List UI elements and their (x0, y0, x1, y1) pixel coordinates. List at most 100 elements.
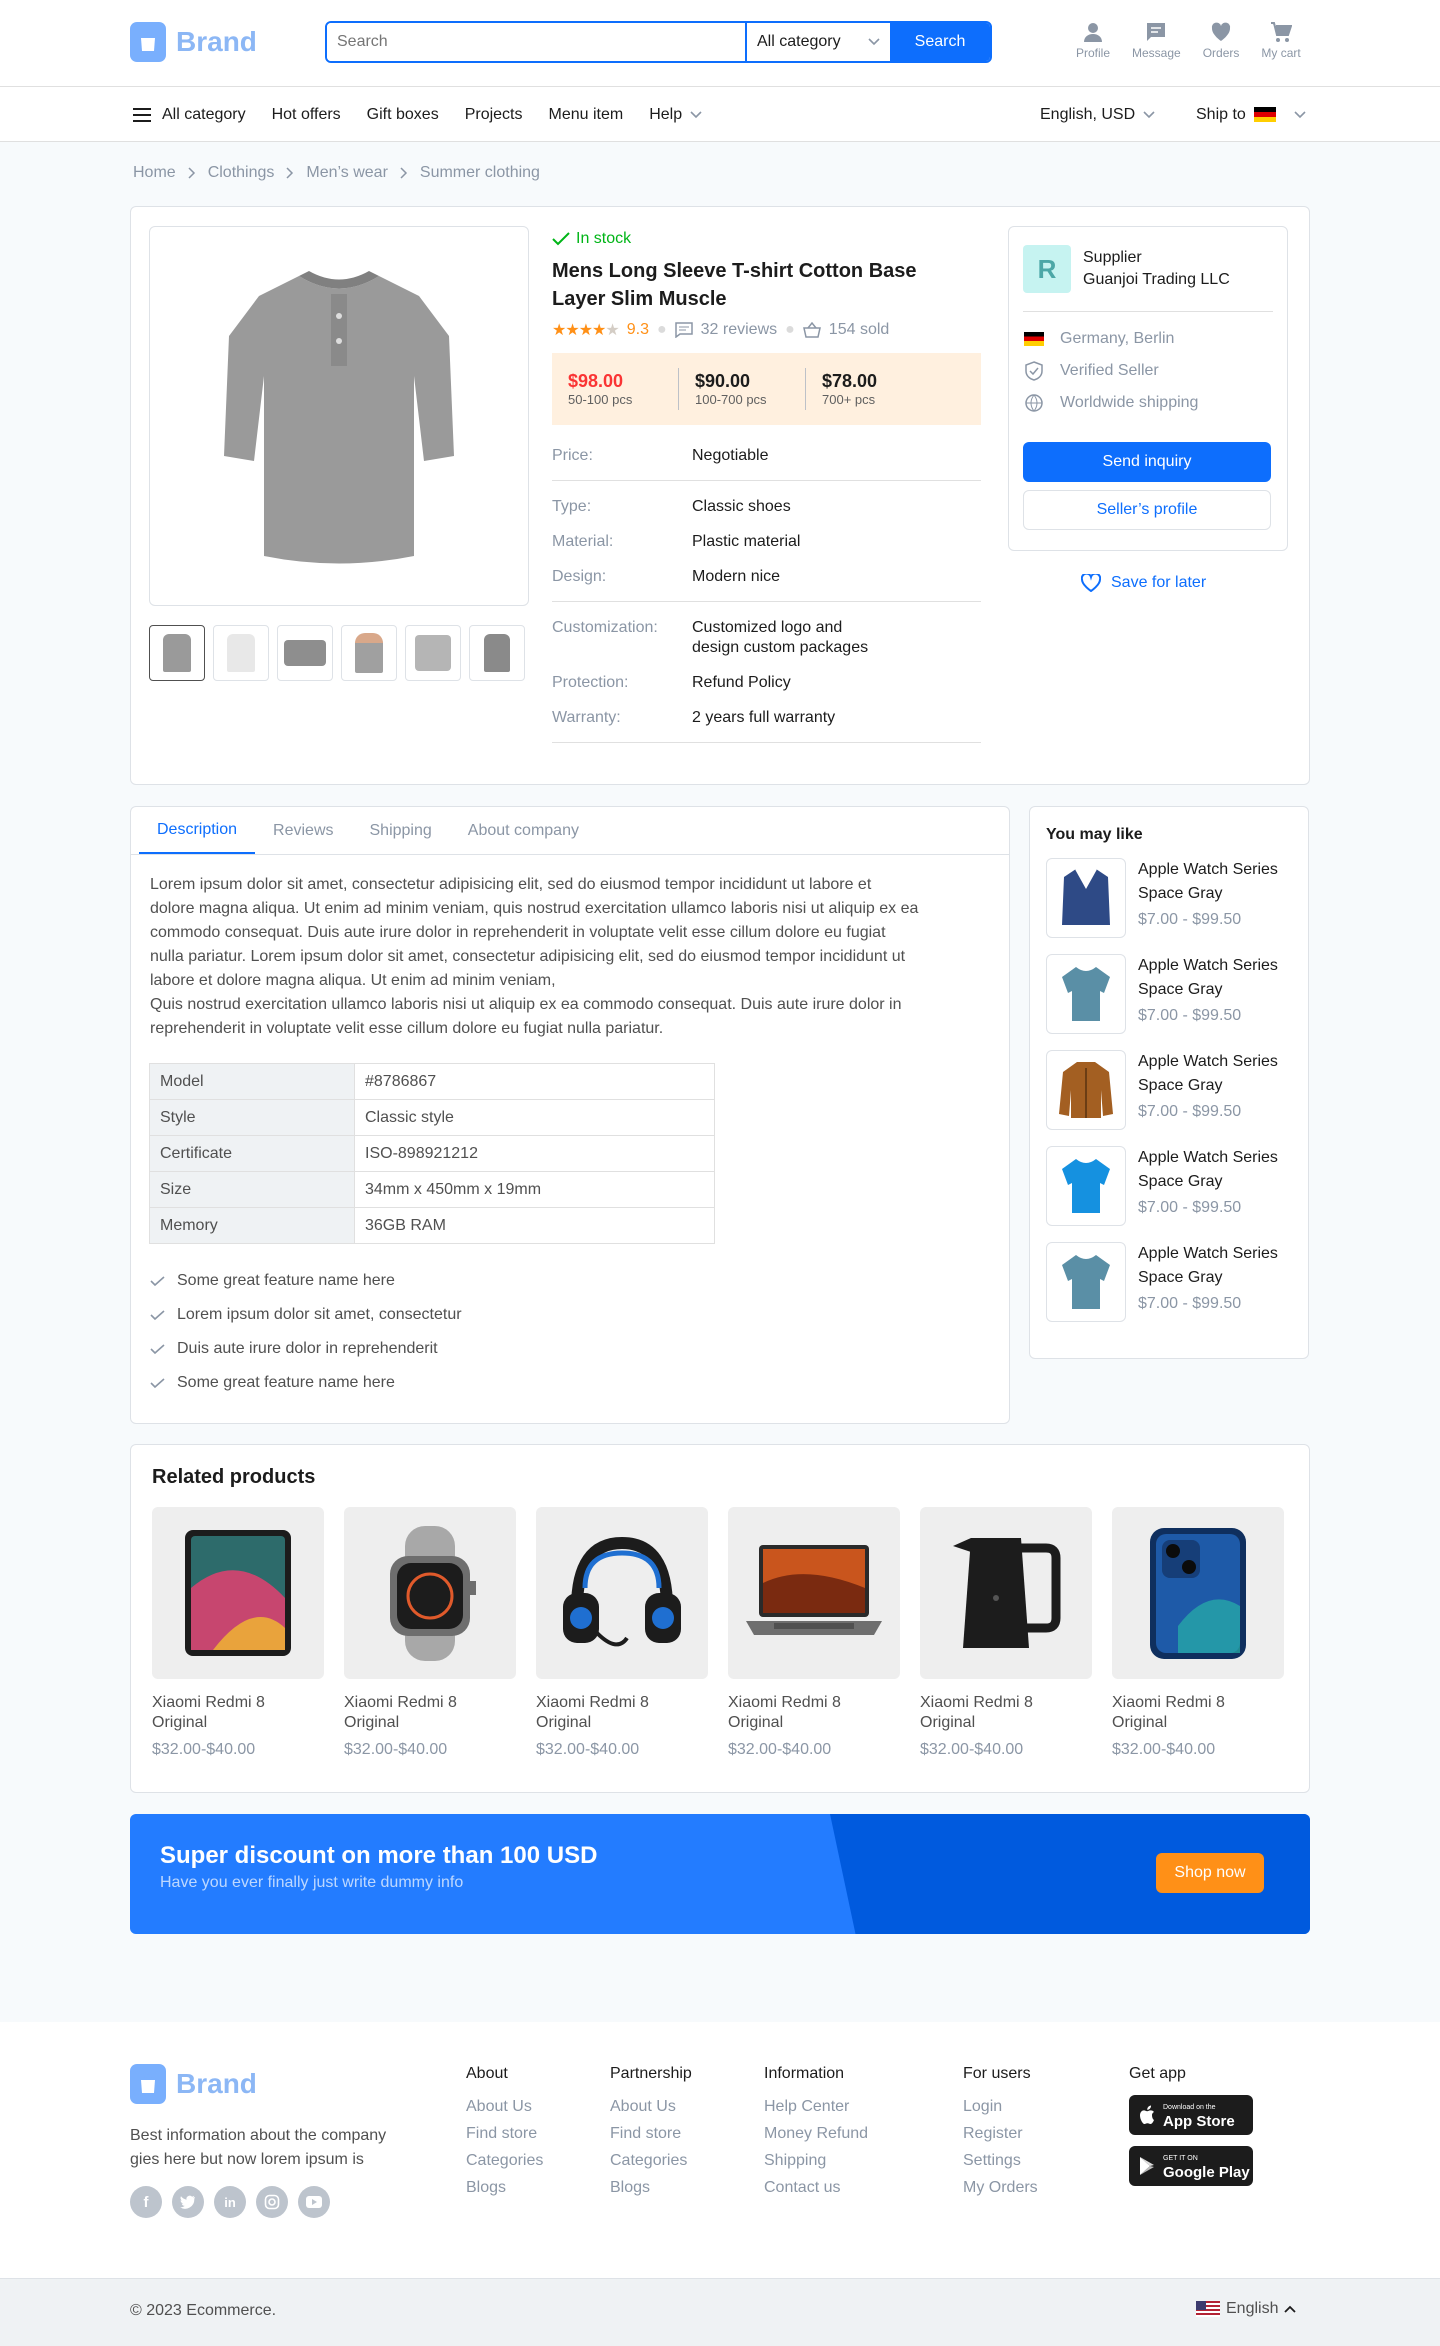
send-inquiry-button[interactable]: Send inquiry (1023, 442, 1271, 482)
thumbnail[interactable] (213, 625, 269, 681)
feature-text: Some great feature name here (177, 1374, 395, 1391)
product-card[interactable]: Xiaomi Redmi 8 Original $32.00-$40.00 (728, 1507, 900, 1759)
shop-now-button[interactable]: Shop now (1156, 1853, 1264, 1893)
instagram-icon[interactable] (256, 2186, 288, 2218)
youtube-icon[interactable] (298, 2186, 330, 2218)
thumbnail[interactable] (277, 625, 333, 681)
search-button[interactable]: Search (890, 23, 990, 61)
footer-link[interactable]: Login (963, 2093, 1038, 2120)
message-label: Message (1132, 46, 1181, 60)
linkedin-icon[interactable]: in (214, 2186, 246, 2218)
product-card[interactable]: Xiaomi Redmi 8 Original $32.00-$40.00 (152, 1507, 324, 1759)
footer-link[interactable]: Money Refund (764, 2120, 868, 2147)
banner-title: Super discount on more than 100 USD (160, 1842, 598, 1869)
germany-flag-icon (1024, 332, 1044, 346)
sold-count: 154 sold (828, 321, 890, 338)
spec-key-cell: Style (149, 1099, 355, 1136)
nav-help[interactable]: Help (649, 106, 702, 124)
reviews-count[interactable]: 32 reviews (701, 321, 777, 339)
footer-brand-logo[interactable]: Brand (130, 2064, 257, 2104)
thumbnail[interactable] (149, 625, 205, 681)
breadcrumb-summer-clothing[interactable]: Summer clothing (420, 164, 540, 182)
feature-text: Duis aute irure dolor in reprehenderit (177, 1340, 438, 1357)
tab-reviews[interactable]: Reviews (255, 807, 351, 854)
nav-menu-item[interactable]: Menu item (549, 106, 624, 124)
list-item[interactable]: Apple Watch Series Space Gray $7.00 - $9… (1046, 954, 1278, 1050)
cart-button[interactable]: My cart (1261, 21, 1301, 60)
product-price: $32.00-$40.00 (152, 1741, 256, 1758)
supplier-verified-text: Verified Seller (1060, 362, 1159, 379)
search-input[interactable] (327, 23, 745, 61)
list-item[interactable]: Apple Watch Series Space Gray $7.00 - $9… (1046, 858, 1278, 954)
list-item: Some great feature name here (150, 1366, 462, 1400)
spec-customization: Customization: Customized logo and design … (552, 618, 981, 658)
list-item[interactable]: Apple Watch Series Space Gray $7.00 - $9… (1046, 1146, 1278, 1242)
footer-link[interactable]: Find store (466, 2120, 543, 2147)
footer-link[interactable]: Categories (610, 2147, 692, 2174)
apple-icon (1140, 2105, 1154, 2124)
product-card[interactable]: Xiaomi Redmi 8 Original $32.00-$40.00 (536, 1507, 708, 1759)
footer-link[interactable]: Categories (466, 2147, 543, 2174)
thumbnail[interactable] (341, 625, 397, 681)
thumbnail[interactable] (469, 625, 525, 681)
footer-description-line: gies here but now lorem ipsum is (130, 2151, 364, 2168)
globe-icon (1025, 394, 1043, 412)
footer-link[interactable]: Help Center (764, 2093, 868, 2120)
search-bar: All category Search (325, 21, 992, 63)
tab-description[interactable]: Description (139, 807, 256, 854)
profile-button[interactable]: Profile (1076, 21, 1110, 60)
breadcrumb-clothings[interactable]: Clothings (208, 164, 275, 182)
footer-link[interactable]: Settings (963, 2147, 1038, 2174)
footer-link[interactable]: Contact us (764, 2174, 868, 2201)
product-card[interactable]: Xiaomi Redmi 8 Original $32.00-$40.00 (344, 1507, 516, 1759)
menu-icon (133, 107, 151, 122)
breadcrumb-mens-wear[interactable]: Men’s wear (306, 164, 388, 182)
footer-link[interactable]: Register (963, 2120, 1038, 2147)
app-store-text: App Store (1163, 2113, 1235, 2130)
ship-to-select[interactable]: Ship to (1196, 87, 1306, 142)
footer-column-for-users: For users Login Register Settings My Ord… (963, 2060, 1038, 2201)
footer-link[interactable]: About Us (466, 2093, 543, 2120)
footer-link[interactable]: My Orders (963, 2174, 1038, 2201)
chevron-right-icon (286, 167, 294, 179)
product-card[interactable]: Xiaomi Redmi 8 Original $32.00-$40.00 (920, 1507, 1092, 1759)
thumbnail[interactable] (405, 625, 461, 681)
save-for-later-button[interactable]: Save for later (1081, 574, 1206, 592)
brand-logo[interactable]: Brand (130, 22, 257, 62)
breadcrumb-home[interactable]: Home (133, 164, 176, 182)
nav-gift-boxes[interactable]: Gift boxes (367, 106, 439, 124)
footer-language-value: English (1226, 2300, 1279, 2317)
footer-link[interactable]: Blogs (466, 2174, 543, 2201)
product-price: $32.00-$40.00 (344, 1741, 448, 1758)
message-button[interactable]: Message (1132, 21, 1181, 60)
facebook-icon[interactable]: f (130, 2186, 162, 2218)
chevron-down-icon (1294, 110, 1306, 118)
twitter-icon[interactable] (172, 2186, 204, 2218)
spec-value-cell: 36GB RAM (354, 1207, 715, 1244)
list-item[interactable]: Apple Watch Series Space Gray $7.00 - $9… (1046, 1050, 1278, 1146)
google-play-button[interactable]: GET IT ON Google Play (1129, 2146, 1253, 2186)
us-flag-icon (1196, 2301, 1220, 2317)
footer-link[interactable]: About Us (610, 2093, 692, 2120)
tab-bar: Description Reviews Shipping About compa… (131, 807, 1009, 855)
footer-link[interactable]: Shipping (764, 2147, 868, 2174)
footer-link[interactable]: Find store (610, 2120, 692, 2147)
app-store-button[interactable]: Download on the App Store (1129, 2095, 1253, 2135)
all-category-menu[interactable]: All category (132, 106, 246, 124)
spec-key-cell: Model (149, 1063, 355, 1100)
orders-button[interactable]: Orders (1203, 21, 1239, 60)
sellers-profile-button[interactable]: Seller’s profile (1023, 490, 1271, 530)
nav-hot-offers[interactable]: Hot offers (272, 106, 341, 124)
basket-icon (802, 322, 821, 338)
product-card[interactable]: Xiaomi Redmi 8 Original $32.00-$40.00 (1112, 1507, 1284, 1759)
footer-language-select[interactable]: English (1196, 2300, 1297, 2318)
spec-key-cell: Size (149, 1171, 355, 1208)
tab-about-company[interactable]: About company (450, 807, 597, 854)
category-select[interactable]: All category (745, 23, 890, 61)
nav-projects[interactable]: Projects (465, 106, 523, 124)
product-main-image[interactable] (149, 226, 529, 606)
tab-shipping[interactable]: Shipping (352, 807, 450, 854)
language-select[interactable]: English, USD (1040, 87, 1155, 142)
list-item[interactable]: Apple Watch Series Space Gray $7.00 - $9… (1046, 1242, 1278, 1338)
footer-link[interactable]: Blogs (610, 2174, 692, 2201)
